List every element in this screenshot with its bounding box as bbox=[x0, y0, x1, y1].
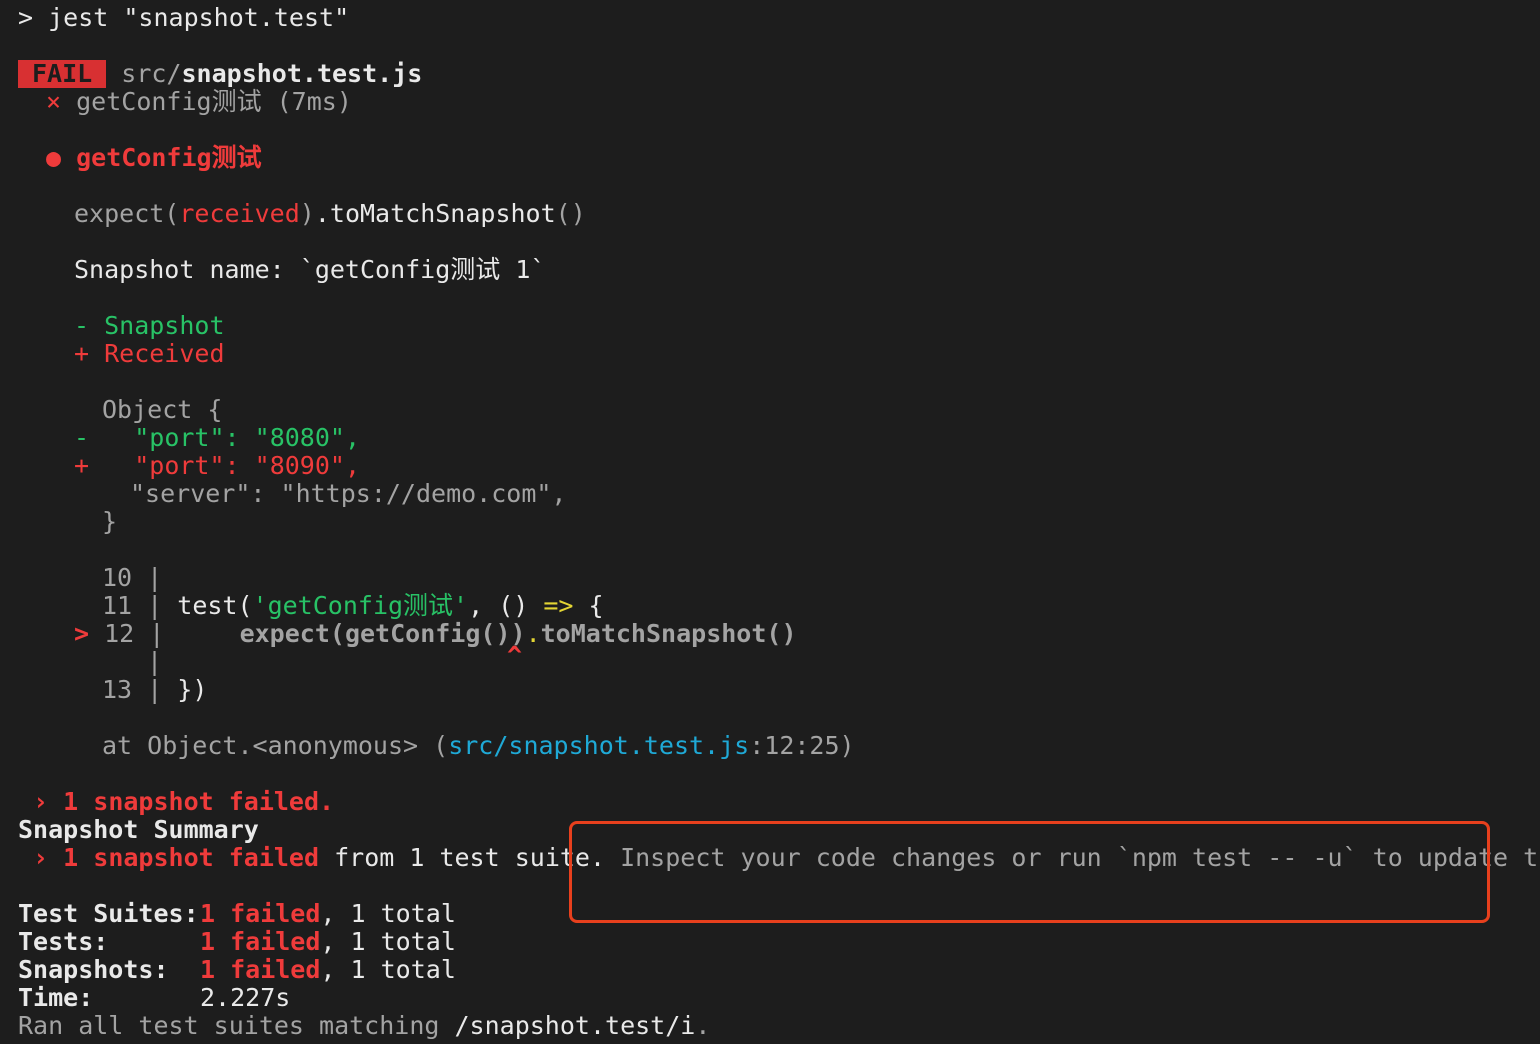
legend-snapshot: - Snapshot bbox=[74, 311, 225, 340]
code-caret-bar: | bbox=[147, 647, 163, 676]
stats-label: Test Suites: bbox=[18, 899, 199, 928]
ran-all-text: Ran all test suites matching bbox=[18, 1011, 455, 1040]
diff-minus-sep: : bbox=[224, 423, 255, 452]
summary-from-suite: from 1 test suite. bbox=[319, 843, 606, 872]
diff-object-open: Object { bbox=[102, 395, 223, 424]
ran-all-line: Ran all test suites matching /snapshot.t… bbox=[18, 1012, 710, 1040]
diff-minus-mark: - bbox=[74, 423, 90, 452]
terminal-bottom-edge bbox=[0, 1040, 1540, 1044]
stats-tests: Tests: 1 failed, 1 total bbox=[18, 928, 456, 956]
stats-snapshots: Snapshots: 1 failed, 1 total bbox=[18, 956, 456, 984]
code-line-11-arrow: => bbox=[543, 591, 574, 620]
diff-object-close: } bbox=[102, 507, 118, 536]
code-line-12-number: 12 | bbox=[89, 619, 165, 648]
diff-plus-line: + "port": "8090", bbox=[74, 452, 360, 480]
summary-failed-count: 1 snapshot failed bbox=[48, 843, 320, 872]
stats-time: Time: 2.227s bbox=[18, 984, 290, 1012]
stack-trace-prefix: at Object.<anonymous> ( bbox=[102, 731, 449, 760]
code-line-11-brace: { bbox=[573, 591, 604, 620]
expect-matcher: .toMatchSnapshot bbox=[314, 199, 556, 228]
code-line-11-string: 'getConfig测试' bbox=[252, 591, 469, 620]
code-line-11-call: test( bbox=[177, 591, 253, 620]
command-line: > jest "snapshot.test" bbox=[18, 4, 349, 32]
stats-label: Tests: bbox=[18, 927, 109, 956]
stats-total: , 1 total bbox=[320, 955, 456, 984]
fail-line: FAIL src/snapshot.test.js bbox=[18, 60, 422, 88]
snapshot-summary-title: Snapshot Summary bbox=[18, 815, 259, 844]
expect-line: expect(received).toMatchSnapshot() bbox=[74, 200, 586, 228]
failure-title: getConfig测试 bbox=[61, 143, 262, 172]
error-line-marker-icon: > bbox=[74, 619, 90, 648]
chevron-right-icon: › bbox=[18, 787, 49, 816]
expect-open: expect( bbox=[74, 199, 180, 228]
diff-plus-mark: + bbox=[74, 451, 90, 480]
stats-failed: 1 failed bbox=[200, 955, 321, 984]
expect-parens: () bbox=[555, 199, 586, 228]
test-result-line: × getConfig测试 (7ms) bbox=[46, 88, 352, 116]
code-line-10: 10 | bbox=[102, 563, 163, 592]
stack-trace-path[interactable]: src/snapshot.test.js bbox=[448, 731, 749, 760]
code-line-13-code: }) bbox=[177, 675, 208, 704]
terminal-window: > jest "snapshot.test" FAIL src/snapshot… bbox=[0, 0, 1540, 1044]
diff-minus-line: - "port": "8080", bbox=[74, 424, 360, 452]
chevron-right-icon: › bbox=[18, 843, 49, 872]
diff-plus-sep: : bbox=[224, 451, 255, 480]
code-line-13-number: 13 | bbox=[102, 675, 178, 704]
code-line-12-matcher: toMatchSnapshot() bbox=[540, 619, 797, 648]
code-line-11-number: 11 | bbox=[102, 591, 178, 620]
code-line-12-expect: expect(getConfig()) bbox=[164, 619, 526, 648]
diff-plus-end: , bbox=[344, 451, 361, 480]
time-value: 2.227s bbox=[200, 983, 291, 1012]
stats-failed: 1 failed bbox=[200, 927, 321, 956]
code-line-13: 13 | }) bbox=[102, 676, 207, 704]
ran-all-end: . bbox=[695, 1011, 711, 1040]
stats-total: , 1 total bbox=[320, 927, 456, 956]
diff-minus-key: "port" bbox=[134, 423, 225, 452]
stats-failed: 1 failed bbox=[200, 899, 321, 928]
fail-path-prefix: src/ bbox=[106, 59, 182, 88]
stats-test-suites: Test Suites:1 failed, 1 total bbox=[18, 900, 456, 928]
stats-label: Snapshots: bbox=[18, 955, 169, 984]
snapshot-failed-line: › 1 snapshot failed. bbox=[18, 788, 334, 816]
legend-received: + Received bbox=[74, 339, 225, 368]
diff-plus-value: "8090" bbox=[254, 451, 345, 480]
diff-server-line: "server": "https://demo.com", bbox=[130, 479, 567, 508]
stats-total: , 1 total bbox=[320, 899, 456, 928]
fail-cross-icon: × bbox=[46, 87, 62, 116]
diff-minus-end: , bbox=[344, 423, 361, 452]
code-line-12-dot: . bbox=[525, 619, 541, 648]
snapshot-failed-text: 1 snapshot failed. bbox=[48, 787, 335, 816]
diff-plus-key: "port" bbox=[134, 451, 225, 480]
code-line-12: > 12 | expect(getConfig()).toMatchSnapsh… bbox=[74, 620, 797, 648]
expect-received: received bbox=[179, 199, 300, 228]
stack-trace-line: at Object.<anonymous> (src/snapshot.test… bbox=[102, 732, 855, 760]
command-text: jest "snapshot.test" bbox=[33, 3, 350, 32]
highlight-annotation-box bbox=[569, 821, 1490, 923]
time-label: Time: bbox=[18, 983, 94, 1012]
failure-bullet-icon: ● bbox=[46, 143, 62, 172]
fail-badge: FAIL bbox=[18, 60, 107, 88]
expect-close: ) bbox=[299, 199, 315, 228]
ran-all-pattern: /snapshot.test/i bbox=[454, 1011, 696, 1040]
code-line-11: 11 | test('getConfig测试', () => { bbox=[102, 592, 604, 620]
test-result-name: getConfig测试 (7ms) bbox=[61, 87, 352, 116]
code-line-11-args: , () bbox=[468, 591, 544, 620]
failure-header: ● getConfig测试 bbox=[46, 144, 262, 172]
stack-trace-suffix: :12:25) bbox=[749, 731, 855, 760]
prompt-symbol: > bbox=[18, 3, 34, 32]
fail-file-name: snapshot.test.js bbox=[181, 59, 423, 88]
error-caret-icon: ^ bbox=[507, 641, 523, 670]
snapshot-name: Snapshot name: `getConfig测试 1` bbox=[74, 255, 546, 284]
diff-minus-value: "8080" bbox=[254, 423, 345, 452]
